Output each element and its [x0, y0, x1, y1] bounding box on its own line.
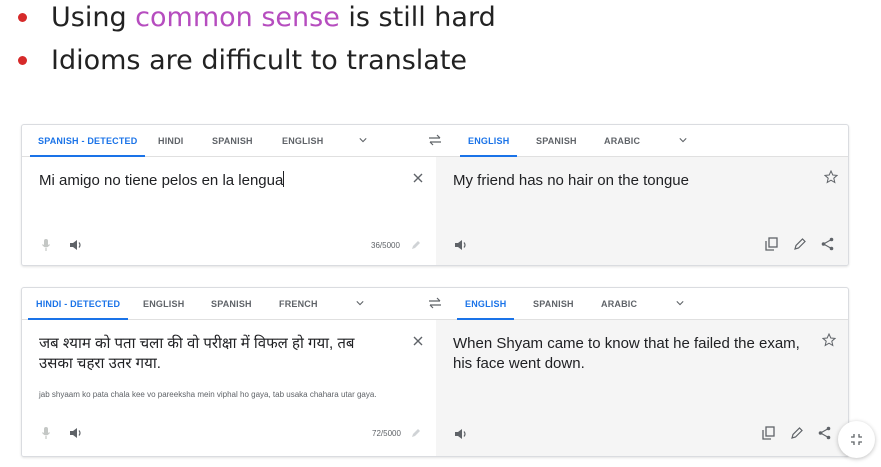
tab-source-detected[interactable]: HINDI - DETECTED: [27, 288, 129, 320]
character-count: 36/5000: [371, 241, 400, 250]
text-caret: [283, 171, 285, 187]
speaker-icon[interactable]: [69, 239, 83, 251]
speaker-icon[interactable]: [454, 428, 468, 440]
translation-text: My friend has no hair on the tongue: [453, 172, 689, 189]
pencil-icon: [412, 241, 420, 249]
bullet-item: Using common sense is still hard: [18, 0, 496, 38]
source-pane[interactable]: Mi amigo no tiene pelos en la lengua 36/…: [22, 157, 436, 265]
tab-target-lang[interactable]: ARABIC: [604, 125, 640, 157]
transliteration-text: jab shyaam ko pata chala kee vo pareeksh…: [39, 390, 377, 399]
close-icon[interactable]: [412, 335, 424, 347]
source-pane[interactable]: जब श्याम को पता चला की वो परीक्षा में वि…: [22, 320, 436, 456]
swap-languages-icon[interactable]: [428, 134, 442, 146]
close-icon[interactable]: [412, 172, 424, 184]
highlight-text: common sense: [135, 1, 340, 33]
microphone-icon[interactable]: [41, 426, 51, 440]
bullet-text: Using common sense is still hard: [51, 1, 496, 33]
chevron-down-icon[interactable]: [359, 136, 367, 144]
bullet-dot: [18, 12, 27, 22]
tab-source-lang[interactable]: SPANISH: [211, 288, 252, 320]
star-icon[interactable]: [824, 170, 838, 184]
source-text-input[interactable]: Mi amigo no tiene pelos en la lengua: [39, 171, 379, 191]
character-count: 72/5000: [372, 429, 401, 438]
speaker-icon[interactable]: [454, 239, 468, 251]
chevron-down-icon[interactable]: [676, 299, 684, 307]
speaker-icon[interactable]: [69, 427, 83, 439]
exit-fullscreen-icon: [851, 434, 862, 445]
tab-target-lang[interactable]: ARABIC: [601, 288, 637, 320]
translate-widget-spanish: SPANISH - DETECTED HINDI SPANISH ENGLISH…: [21, 124, 849, 266]
tab-target-lang[interactable]: SPANISH: [533, 288, 574, 320]
tab-source-lang[interactable]: SPANISH: [212, 125, 253, 157]
tab-source-lang[interactable]: HINDI: [158, 125, 184, 157]
source-text-input[interactable]: जब श्याम को पता चला की वो परीक्षा में वि…: [39, 334, 379, 374]
edit-icon[interactable]: [794, 238, 806, 250]
bullet-text: Idioms are difficult to translate: [51, 44, 468, 76]
tab-source-lang[interactable]: ENGLISH: [282, 125, 323, 157]
tab-target-lang[interactable]: ENGLISH: [459, 125, 518, 157]
star-icon[interactable]: [822, 333, 836, 347]
tab-source-lang[interactable]: ENGLISH: [143, 288, 184, 320]
tab-source-lang[interactable]: FRENCH: [279, 288, 318, 320]
chevron-down-icon[interactable]: [356, 299, 364, 307]
target-pane: My friend has no hair on the tongue: [436, 157, 848, 265]
chevron-down-icon[interactable]: [679, 136, 687, 144]
bullet-item: Idioms are difficult to translate: [18, 39, 467, 81]
tab-target-lang[interactable]: ENGLISH: [456, 288, 515, 320]
translation-text: When Shyam came to know that he failed t…: [453, 335, 800, 372]
share-icon[interactable]: [818, 426, 831, 440]
tab-source-detected[interactable]: SPANISH - DETECTED: [29, 125, 146, 157]
exit-fullscreen-button[interactable]: [838, 421, 875, 458]
language-tab-bar: SPANISH - DETECTED HINDI SPANISH ENGLISH…: [22, 125, 848, 157]
share-icon[interactable]: [821, 237, 834, 251]
swap-languages-icon[interactable]: [428, 297, 442, 309]
copy-icon[interactable]: [765, 237, 778, 251]
microphone-icon[interactable]: [41, 238, 51, 252]
pencil-icon: [412, 429, 420, 437]
target-pane: When Shyam came to know that he failed t…: [436, 320, 848, 456]
translate-widget-hindi: HINDI - DETECTED ENGLISH SPANISH FRENCH …: [21, 287, 849, 457]
copy-icon[interactable]: [762, 426, 775, 440]
bullet-dot: [18, 55, 27, 65]
edit-icon[interactable]: [791, 427, 803, 439]
language-tab-bar: HINDI - DETECTED ENGLISH SPANISH FRENCH …: [22, 288, 848, 320]
tab-target-lang[interactable]: SPANISH: [536, 125, 577, 157]
